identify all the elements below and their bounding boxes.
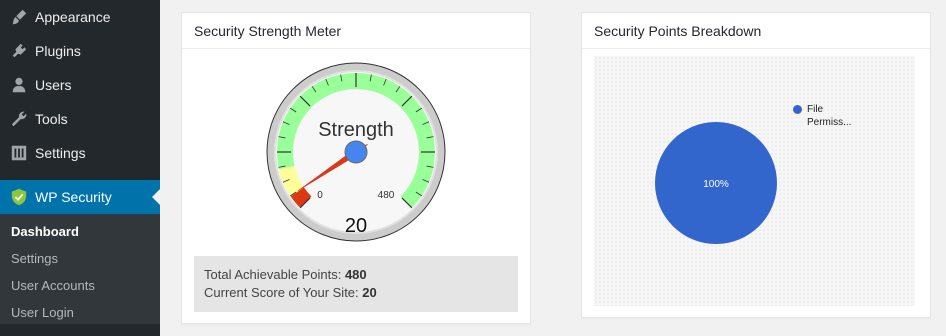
strength-gauge: Strength 0 480 20 (266, 62, 446, 242)
pie-slice-label: 100% (703, 179, 729, 190)
gauge-value: 20 (345, 215, 367, 237)
plugin-icon (9, 41, 29, 61)
sidebar-item-label: WP Security (35, 189, 112, 205)
submenu-user-accounts[interactable]: User Accounts (0, 272, 160, 299)
sidebar-item-users[interactable]: Users (0, 68, 160, 102)
pie-chart: 100% File Permiss... (594, 56, 915, 306)
submenu-dashboard[interactable]: Dashboard (0, 218, 160, 245)
users-icon (9, 75, 29, 95)
legend-label-line1: File (807, 104, 824, 115)
paintbrush-icon (9, 7, 29, 27)
sliders-icon (9, 143, 29, 163)
total-points-value: 480 (344, 267, 367, 282)
total-points-label: Total Achievable Points: (204, 267, 342, 282)
legend-swatch (793, 105, 802, 114)
panel-title: Security Strength Meter (182, 13, 530, 49)
current-score-label: Current Score of Your Site: (204, 285, 359, 300)
points-breakdown-panel: Security Points Breakdown 100% File Perm… (581, 12, 931, 318)
chart-legend: File Permiss... (793, 103, 851, 129)
sidebar-item-label: Settings (35, 145, 86, 161)
panel-title: Security Points Breakdown (582, 13, 930, 49)
sidebar-item-label: Appearance (35, 9, 111, 25)
legend-label-line2: Permiss... (807, 117, 852, 128)
sidebar-item-tools[interactable]: Tools (0, 102, 160, 136)
sidebar-item-settings[interactable]: Settings (0, 136, 160, 170)
points-summary: Total Achievable Points: 480 Current Sco… (194, 256, 518, 312)
sidebar-item-appearance[interactable]: Appearance (0, 0, 160, 34)
security-submenu: Dashboard Settings User Accounts User Lo… (0, 214, 160, 324)
gauge-label: Strength (318, 119, 394, 141)
submenu-user-login[interactable]: User Login (0, 299, 160, 326)
sidebar-item-wp-security[interactable]: WP Security (0, 180, 160, 214)
gauge-max-label: 480 (378, 190, 395, 201)
sidebar-item-plugins[interactable]: Plugins (0, 34, 160, 68)
wrench-icon (9, 109, 29, 129)
strength-meter-panel: Security Strength Meter Strength 0 480 2… (181, 12, 531, 324)
shield-icon (9, 187, 29, 207)
submenu-settings[interactable]: Settings (0, 245, 160, 272)
current-score-value: 20 (362, 285, 377, 300)
sidebar-item-label: Tools (35, 111, 68, 127)
sidebar-item-label: Users (35, 77, 72, 93)
gauge-needle-hub (344, 140, 368, 164)
admin-sidebar: Appearance Plugins Users Tools Settings … (0, 0, 160, 336)
gauge-min-label: 0 (317, 190, 323, 201)
sidebar-item-label: Plugins (35, 43, 81, 59)
